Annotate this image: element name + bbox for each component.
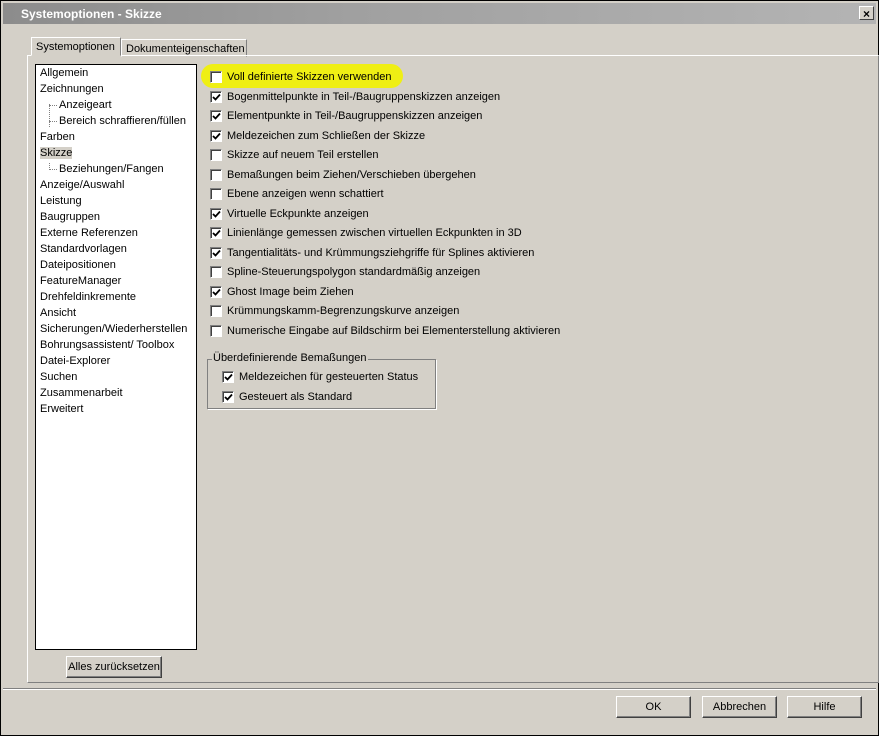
tree-item-datei-explorer[interactable]: Datei-Explorer bbox=[40, 354, 110, 369]
tree-item-bohrungsassistent[interactable]: Bohrungsassistent/ Toolbox bbox=[40, 338, 174, 353]
option-label: Tangentialitäts- und Krümmungsziehgriffe… bbox=[227, 246, 535, 259]
checkbox-checked[interactable] bbox=[210, 207, 222, 220]
options-dialog: Systemoptionen - Skizze × Systemoptionen… bbox=[0, 0, 879, 736]
tree-connector bbox=[49, 121, 57, 122]
tree-item-zeichnungen[interactable]: Zeichnungen bbox=[40, 82, 104, 97]
tree-item-dateipositionen[interactable]: Dateipositionen bbox=[40, 258, 116, 273]
option-label: Voll definierte Skizzen verwenden bbox=[227, 71, 392, 83]
tree-item-bereich-schraffieren[interactable]: Bereich schraffieren/füllen bbox=[59, 114, 186, 129]
checkbox-unchecked[interactable] bbox=[210, 324, 222, 337]
tree-connector bbox=[49, 104, 50, 127]
close-icon[interactable]: × bbox=[859, 6, 874, 21]
checkbox-unchecked[interactable] bbox=[210, 149, 222, 161]
tree-connector bbox=[49, 169, 57, 170]
checkbox-checked[interactable] bbox=[210, 110, 222, 122]
checkbox-checked[interactable] bbox=[222, 391, 234, 403]
tree-item-allgemein[interactable]: Allgemein bbox=[40, 66, 88, 81]
tree-item-suchen[interactable]: Suchen bbox=[40, 370, 77, 385]
option-label: Linienlänge gemessen zwischen virtuellen… bbox=[227, 227, 522, 239]
checkbox-checked[interactable] bbox=[210, 90, 222, 103]
tree-item-anzeigeart[interactable]: Anzeigeart bbox=[59, 98, 112, 113]
checkbox-unchecked[interactable] bbox=[210, 266, 222, 278]
help-button[interactable]: Hilfe bbox=[787, 696, 862, 718]
option-label: Elementpunkte in Teil-/Baugruppenskizzen… bbox=[227, 110, 483, 122]
checkbox-checked[interactable] bbox=[222, 371, 234, 383]
option-label: Meldezeichen zum Schließen der Skizze bbox=[227, 129, 426, 142]
title-bar[interactable]: Systemoptionen - Skizze × bbox=[3, 3, 876, 24]
tree-item-sicherungen[interactable]: Sicherungen/Wiederherstellen bbox=[40, 322, 187, 337]
reset-all-button[interactable]: Alles zurücksetzen bbox=[66, 656, 162, 678]
tab-systemoptionen[interactable]: Systemoptionen bbox=[31, 37, 121, 56]
checkbox-unchecked[interactable] bbox=[210, 168, 222, 181]
separator bbox=[3, 688, 876, 690]
option-label: Skizze auf neuem Teil erstellen bbox=[227, 149, 379, 161]
tree-item-beziehungen-fangen[interactable]: Beziehungen/Fangen bbox=[59, 162, 164, 177]
window-title: Systemoptionen - Skizze bbox=[21, 7, 162, 21]
option-label: Virtuelle Eckpunkte anzeigen bbox=[227, 207, 369, 220]
checkbox-checked[interactable] bbox=[210, 129, 222, 142]
option-label: Bogenmittelpunkte in Teil-/Baugruppenski… bbox=[227, 90, 501, 103]
tree-item-drehfeldinkremente[interactable]: Drehfeldinkremente bbox=[40, 290, 136, 305]
option-label: Gesteuert als Standard bbox=[239, 391, 353, 403]
tree-item-farben[interactable]: Farben bbox=[40, 130, 75, 145]
option-label: Spline-Steuerungspolygon standardmäßig a… bbox=[227, 266, 481, 278]
option-label: Ebene anzeigen wenn schattiert bbox=[227, 188, 384, 200]
tree-item-standardvorlagen[interactable]: Standardvorlagen bbox=[40, 242, 127, 257]
tree-item-ansicht[interactable]: Ansicht bbox=[40, 306, 76, 321]
checkbox-checked[interactable] bbox=[210, 285, 222, 298]
ok-button[interactable]: OK bbox=[616, 696, 691, 718]
checkbox-unchecked[interactable] bbox=[210, 305, 222, 317]
checkbox-checked[interactable] bbox=[210, 227, 222, 239]
checkbox-unchecked[interactable] bbox=[210, 71, 222, 83]
option-label: Bemaßungen beim Ziehen/Verschieben überg… bbox=[227, 168, 476, 181]
option-label: Meldezeichen für gesteuerten Status bbox=[239, 371, 419, 383]
tree-item-erweitert[interactable]: Erweitert bbox=[40, 402, 83, 417]
tree-item-baugruppen[interactable]: Baugruppen bbox=[40, 210, 100, 225]
tree-item-featuremanager[interactable]: FeatureManager bbox=[40, 274, 121, 289]
group-title: Überdefinierende Bemaßungen bbox=[212, 352, 368, 364]
option-label: Numerische Eingabe auf Bildschirm bei El… bbox=[227, 324, 561, 337]
tree-item-skizze[interactable]: Skizze bbox=[40, 146, 73, 161]
tree-item-zusammenarbeit[interactable]: Zusammenarbeit bbox=[40, 386, 123, 401]
tree-item-anzeige-auswahl[interactable]: Anzeige/Auswahl bbox=[40, 178, 124, 193]
cancel-button[interactable]: Abbrechen bbox=[702, 696, 777, 718]
tree-connector bbox=[49, 105, 57, 106]
checkbox-unchecked[interactable] bbox=[210, 188, 222, 200]
tree-item-leistung[interactable]: Leistung bbox=[40, 194, 82, 209]
checkbox-checked[interactable] bbox=[210, 246, 222, 259]
option-label: Krümmungskamm-Begrenzungskurve anzeigen bbox=[227, 305, 460, 317]
tree-item-externe-referenzen[interactable]: Externe Referenzen bbox=[40, 226, 138, 241]
option-label: Ghost Image beim Ziehen bbox=[227, 285, 354, 298]
options-tree[interactable]: Allgemein Zeichnungen Anzeigeart Bereich… bbox=[35, 64, 197, 650]
